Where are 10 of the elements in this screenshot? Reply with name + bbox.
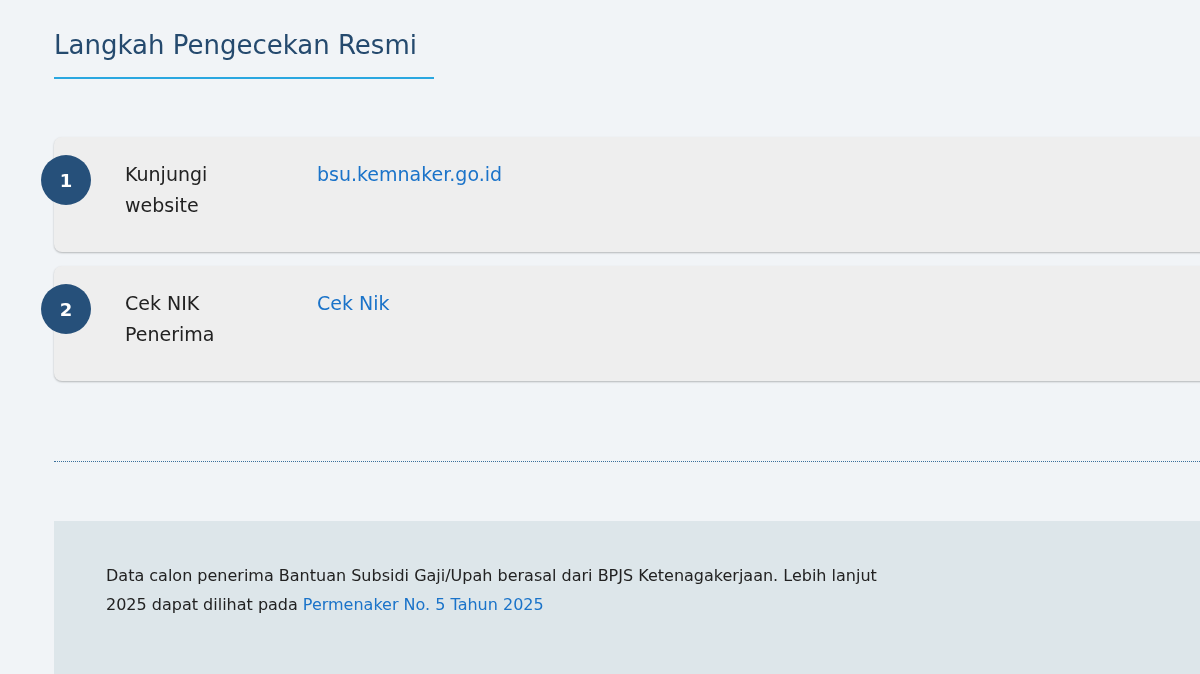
step-label: Kunjungi website [125, 162, 209, 218]
note-text: 2025 dapat dilihat pada [106, 594, 298, 616]
step-number: 2 [41, 284, 91, 334]
step-label: Cek NIK Penerima [125, 291, 216, 347]
step-link[interactable]: bsu.kemnaker.go.id [317, 159, 503, 190]
step-link[interactable]: Cek Nik [317, 288, 390, 319]
regulation-link[interactable]: Permenaker No. 5 Tahun 2025 [302, 590, 544, 619]
section-heading: Langkah Pengecekan Resmi [54, 26, 434, 79]
note-text: Data calon penerima Bantuan Subsidi Gaji/Upah berasal dari BPJS Ketenagakerjaan. Lebih lanjut [106, 565, 878, 587]
step-number: 1 [41, 155, 91, 205]
